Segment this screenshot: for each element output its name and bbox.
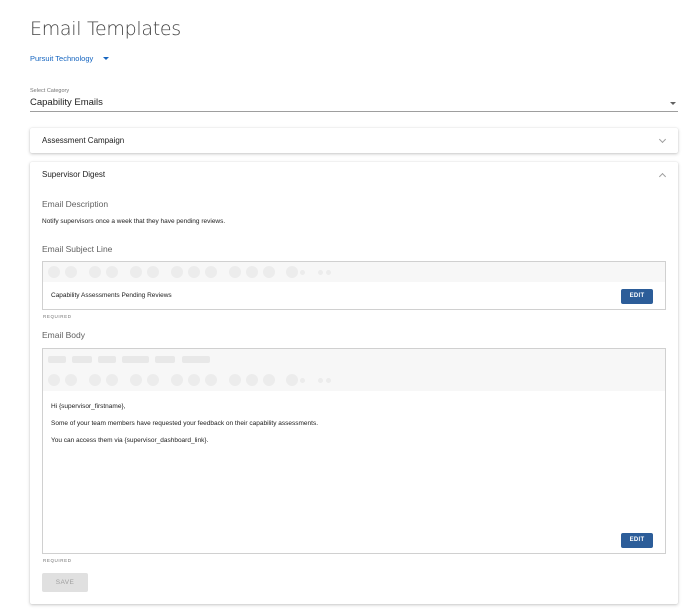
strikethrough-icon[interactable] (106, 266, 118, 278)
link-icon[interactable] (229, 374, 241, 386)
body-line: Some of your team members have requested… (51, 420, 318, 427)
subject-value: Capability Assessments Pending Reviews (51, 292, 172, 299)
link-icon[interactable] (229, 266, 241, 278)
list-icon[interactable] (130, 374, 142, 386)
align-left-icon[interactable] (171, 266, 183, 278)
subject-toolbar (43, 262, 665, 282)
bold-icon[interactable] (48, 374, 60, 386)
numbered-list-icon[interactable] (147, 374, 159, 386)
code-icon[interactable] (263, 266, 275, 278)
variable-icon[interactable] (286, 374, 298, 386)
caret-down-icon (670, 102, 676, 105)
organization-label: Pursuit Technology (30, 54, 94, 63)
bold-icon[interactable] (48, 266, 60, 278)
category-select[interactable]: Select Category Capability Emails (30, 88, 678, 112)
redo-icon[interactable] (326, 378, 331, 383)
page-title: Email Templates (30, 18, 181, 40)
caret-down-icon (103, 57, 110, 60)
panel-title: Supervisor Digest (42, 170, 106, 179)
edit-subject-button[interactable]: EDIT (621, 289, 653, 304)
align-right-icon[interactable] (205, 374, 217, 386)
body-editor[interactable]: Hi {supervisor_firstname}, Some of your … (42, 348, 666, 563)
more-icon[interactable] (300, 270, 305, 275)
panel-header[interactable]: Supervisor Digest (30, 162, 678, 186)
format-icon[interactable] (182, 356, 210, 363)
italic-icon[interactable] (65, 266, 77, 278)
undo-icon[interactable] (318, 378, 323, 383)
align-center-icon[interactable] (188, 374, 200, 386)
redo-icon[interactable] (326, 270, 331, 275)
text-color-icon[interactable] (122, 356, 149, 363)
save-button[interactable]: SAVE (42, 573, 88, 592)
list-icon[interactable] (130, 266, 142, 278)
highlight-icon[interactable] (155, 356, 175, 363)
body-line: Hi {supervisor_firstname}, (51, 403, 126, 410)
category-caption: Select Category (30, 88, 70, 94)
code-icon[interactable] (263, 374, 275, 386)
subject-editor[interactable]: Capability Assessments Pending Reviews E… (42, 261, 666, 319)
panel-supervisor-digest: Supervisor Digest Email Description Noti… (30, 162, 678, 604)
image-icon[interactable] (246, 374, 258, 386)
italic-icon[interactable] (65, 374, 77, 386)
category-value: Capability Emails (30, 97, 103, 108)
chevron-up-icon (658, 172, 667, 181)
edit-body-button[interactable]: EDIT (621, 533, 653, 548)
panel-assessment-campaign[interactable]: Assessment Campaign (30, 128, 678, 153)
panel-title: Assessment Campaign (42, 136, 125, 145)
chevron-down-icon (658, 135, 667, 144)
numbered-list-icon[interactable] (147, 266, 159, 278)
font-family-icon[interactable] (48, 356, 66, 363)
email-description-heading: Email Description (42, 199, 109, 209)
image-icon[interactable] (246, 266, 258, 278)
underline-icon[interactable] (89, 266, 101, 278)
heading-icon[interactable] (98, 356, 116, 363)
subject-required-label: REQUIRED (43, 314, 72, 319)
underline-icon[interactable] (89, 374, 101, 386)
strikethrough-icon[interactable] (106, 374, 118, 386)
body-line: You can access them via {supervisor_dash… (51, 437, 209, 444)
font-size-icon[interactable] (72, 356, 92, 363)
align-right-icon[interactable] (205, 266, 217, 278)
variable-icon[interactable] (286, 266, 298, 278)
email-description-text: Notify supervisors once a week that they… (42, 218, 226, 225)
email-subject-heading: Email Subject Line (42, 244, 113, 254)
more-icon[interactable] (300, 378, 305, 383)
align-center-icon[interactable] (188, 266, 200, 278)
undo-icon[interactable] (318, 270, 323, 275)
organization-dropdown[interactable]: Pursuit Technology (30, 54, 110, 63)
align-left-icon[interactable] (171, 374, 183, 386)
email-body-heading: Email Body (42, 330, 85, 340)
body-toolbar (43, 349, 665, 391)
body-required-label: REQUIRED (43, 558, 72, 563)
